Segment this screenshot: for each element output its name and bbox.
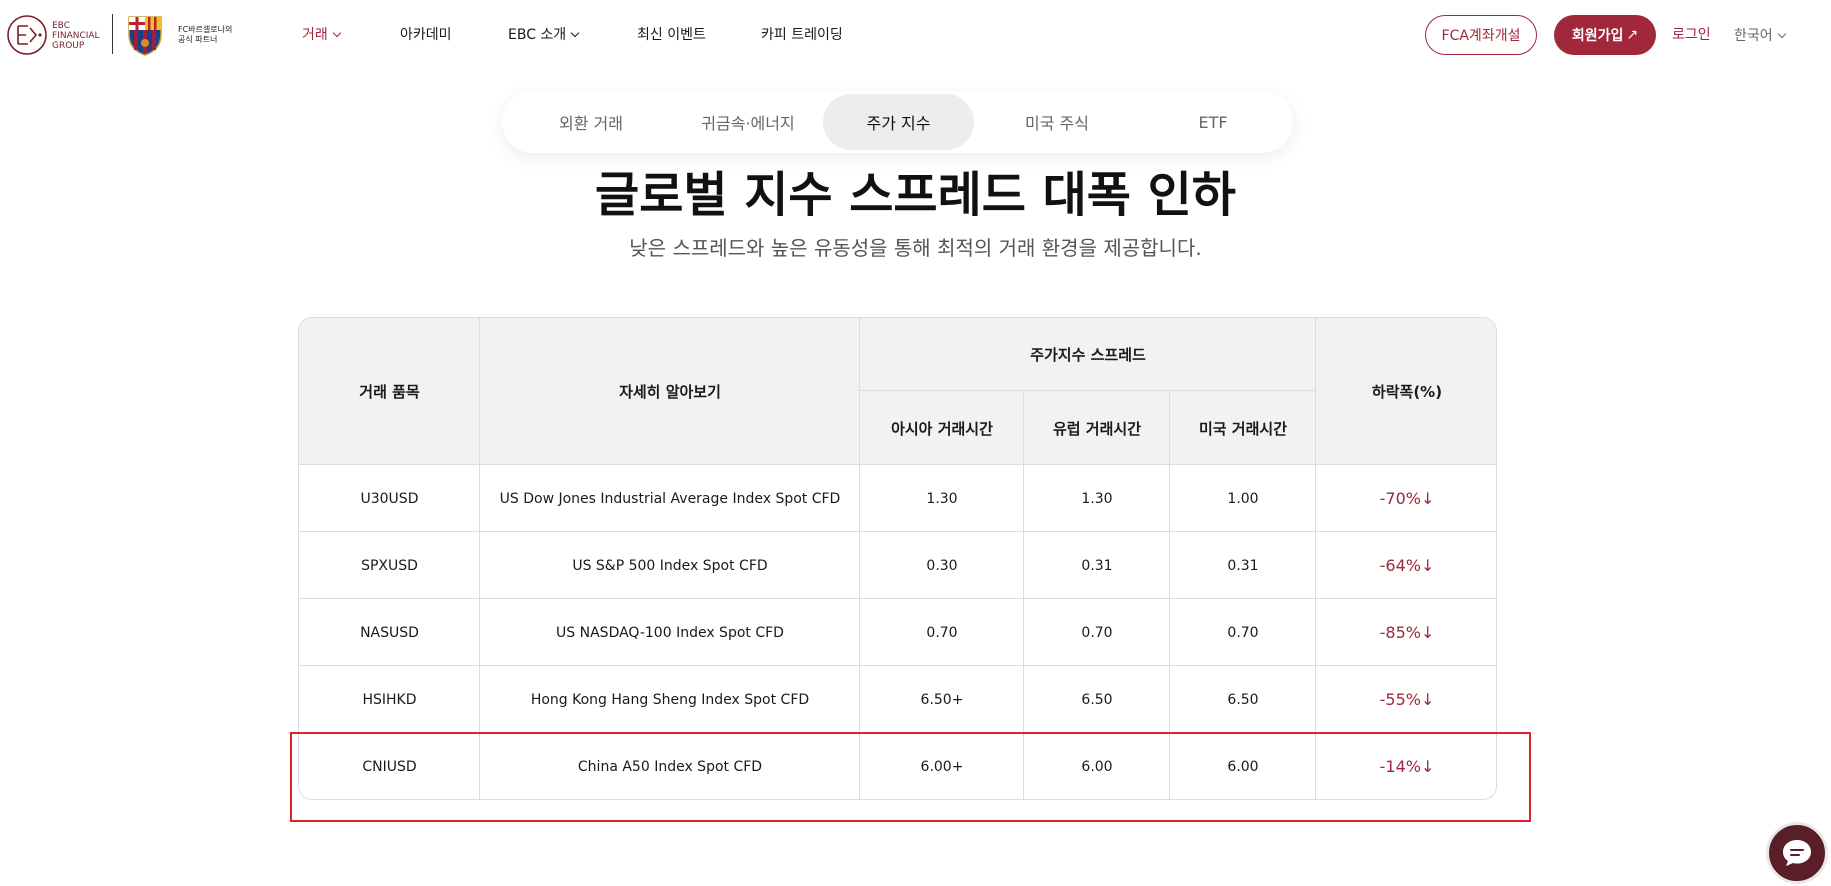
header-us-session: 미국 거래시간	[1170, 391, 1316, 465]
market-tabs: 외환 거래 귀금속·에너지 주가 지수 미국 주식 ETF	[502, 91, 1293, 153]
tab-us-stocks[interactable]: 미국 주식	[982, 94, 1132, 150]
cell-details-link[interactable]: US S&P 500 Index Spot CFD	[480, 532, 860, 599]
tab-stock-indices[interactable]: 주가 지수	[823, 94, 974, 150]
row-divider	[860, 390, 1316, 391]
open-fca-account-button[interactable]: FCA계좌개설	[1425, 15, 1537, 55]
ebc-wordmark: EBC FINANCIAL GROUP	[52, 21, 100, 51]
row-highlight-box	[290, 732, 1531, 822]
header-drop-percent: 하락폭(%)	[1316, 318, 1496, 465]
login-link[interactable]: 로그인	[1672, 24, 1711, 44]
nav-academy[interactable]: 아카데미	[400, 24, 452, 44]
cell-drop: -85%↓	[1379, 623, 1435, 642]
tab-forex[interactable]: 외환 거래	[520, 94, 662, 150]
cell-us: 0.31	[1227, 557, 1259, 574]
index-spread-table: 거래 품목 자세히 알아보기 주가지수 스프레드 아시아 거래시간 유럽 거래시…	[298, 317, 1497, 800]
cell-details-link[interactable]: US NASDAQ-100 Index Spot CFD	[480, 599, 860, 666]
cell-product: HSIHKD	[362, 691, 417, 708]
cell-asia: 0.30	[926, 557, 958, 574]
cell-details-link[interactable]: US Dow Jones Industrial Average Index Sp…	[480, 465, 860, 532]
page-title: 글로벌 지수 스프레드 대폭 인하	[595, 167, 1236, 223]
cell-details-link[interactable]: Hong Kong Hang Sheng Index Spot CFD	[480, 666, 860, 733]
chevron-down-icon	[570, 28, 580, 38]
logo-divider	[112, 14, 113, 54]
header-product: 거래 품목	[299, 318, 480, 465]
cell-us: 0.70	[1227, 624, 1259, 641]
cell-asia: 0.70	[926, 624, 958, 641]
column-divider	[479, 318, 480, 799]
arrow-up-right-icon: ↗	[1626, 27, 1639, 43]
nav-trading[interactable]: 거래	[302, 24, 342, 44]
chat-icon	[1783, 840, 1811, 866]
header-spread-group: 주가지수 스프레드	[860, 318, 1316, 391]
row-divider	[299, 531, 1496, 532]
row-divider	[299, 598, 1496, 599]
chevron-down-icon	[332, 28, 342, 38]
cell-drop: -55%↓	[1379, 690, 1435, 709]
ebc-logo-icon[interactable]	[6, 14, 48, 56]
header-asia-session: 아시아 거래시간	[860, 391, 1024, 465]
nav-latest-events[interactable]: 최신 이벤트	[637, 24, 706, 44]
nav-about-ebc[interactable]: EBC 소개	[508, 24, 580, 44]
cell-europe: 0.31	[1081, 557, 1113, 574]
cell-europe: 0.70	[1081, 624, 1113, 641]
cell-drop: -70%↓	[1379, 489, 1435, 508]
cell-europe: 1.30	[1081, 490, 1113, 507]
cell-drop: -64%↓	[1379, 556, 1435, 575]
cell-us: 6.50	[1227, 691, 1259, 708]
site-header: EBC FINANCIAL GROUP FC바르셀로나의 공식 파트너 거래 아…	[0, 0, 1831, 70]
language-selector[interactable]: 한국어	[1734, 25, 1786, 45]
chat-button[interactable]	[1766, 822, 1828, 884]
header-europe-session: 유럽 거래시간	[1024, 391, 1170, 465]
chevron-down-icon	[1777, 29, 1786, 39]
cell-product: U30USD	[360, 490, 419, 507]
header-details: 자세히 알아보기	[480, 318, 860, 465]
cell-us: 1.00	[1227, 490, 1259, 507]
nav-copy-trading[interactable]: 카피 트레이딩	[761, 24, 843, 44]
page-subtitle: 낮은 스프레드와 높은 유동성을 통해 최적의 거래 환경을 제공합니다.	[629, 236, 1202, 260]
tab-etf[interactable]: ETF	[1138, 94, 1288, 150]
cell-product: SPXUSD	[361, 557, 418, 574]
cell-asia: 6.50+	[920, 691, 964, 708]
partner-label: FC바르셀로나의 공식 파트너	[178, 25, 233, 44]
cell-europe: 6.50	[1081, 691, 1113, 708]
tab-metals-energy[interactable]: 귀금속·에너지	[668, 94, 828, 150]
row-divider	[299, 464, 1496, 465]
cell-product: NASUSD	[360, 624, 419, 641]
fc-barcelona-crest-icon	[128, 16, 162, 56]
signup-button[interactable]: 회원가입 ↗	[1554, 15, 1656, 55]
row-divider	[299, 665, 1496, 666]
cell-asia: 1.30	[926, 490, 958, 507]
